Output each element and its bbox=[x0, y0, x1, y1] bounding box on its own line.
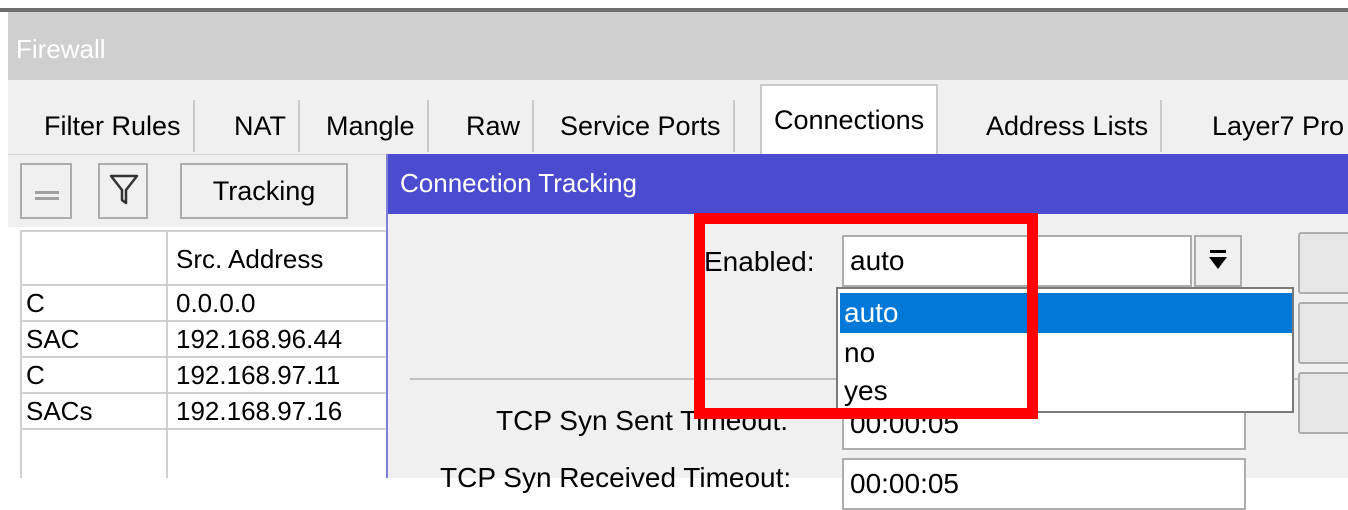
enabled-select[interactable]: auto bbox=[842, 235, 1192, 287]
row-src-address[interactable]: 0.0.0.0 bbox=[172, 286, 402, 320]
grid-line bbox=[20, 230, 400, 232]
tcp-syn-sent-timeout-label: TCP Syn Sent Timeout: bbox=[496, 405, 789, 436]
dialog-titlebar[interactable]: Connection Tracking bbox=[388, 154, 1348, 214]
row-flags[interactable]: C bbox=[22, 358, 166, 392]
tab-mangle[interactable]: Mangle bbox=[314, 100, 429, 152]
grid-line bbox=[166, 230, 168, 478]
option-auto[interactable]: auto bbox=[840, 293, 1292, 333]
row-src-address[interactable]: 192.168.96.44 bbox=[172, 322, 402, 356]
filter-icon bbox=[109, 174, 139, 205]
row-src-address[interactable]: 192.168.97.11 bbox=[172, 358, 402, 392]
apply-button[interactable] bbox=[1298, 372, 1348, 434]
tab-filter-rules[interactable]: Filter Rules bbox=[32, 100, 195, 152]
dropdown-arrow-icon bbox=[1209, 250, 1227, 269]
enabled-dropdown-button[interactable] bbox=[1194, 235, 1242, 287]
top-edge bbox=[0, 0, 1348, 8]
option-no[interactable]: no bbox=[840, 333, 1292, 373]
grid-line bbox=[20, 428, 400, 430]
tab-service-ports[interactable]: Service Ports bbox=[548, 100, 735, 152]
window-titlebar: Firewall bbox=[8, 12, 1348, 80]
tab-nat[interactable]: NAT bbox=[222, 100, 300, 152]
row-flags[interactable]: C bbox=[22, 286, 166, 320]
row-flags[interactable]: SAC bbox=[22, 322, 166, 356]
tab-bar: Filter Rules NAT Mangle Raw Service Port… bbox=[8, 80, 1348, 154]
tab-address-lists[interactable]: Address Lists bbox=[974, 100, 1163, 152]
tracking-button[interactable]: Tracking bbox=[180, 163, 348, 219]
tab-raw[interactable]: Raw bbox=[454, 100, 535, 152]
dialog-title: Connection Tracking bbox=[400, 168, 638, 198]
column-header-flags[interactable] bbox=[22, 242, 166, 276]
ok-button[interactable] bbox=[1298, 232, 1348, 294]
tab-layer7-protocols[interactable]: Layer7 Pro bbox=[1200, 100, 1348, 152]
minus-icon bbox=[35, 191, 59, 200]
cancel-button[interactable] bbox=[1298, 302, 1348, 364]
remove-button[interactable] bbox=[20, 163, 72, 219]
column-header-src-address[interactable]: Src. Address bbox=[172, 242, 402, 276]
window-title: Firewall bbox=[16, 34, 106, 64]
enabled-label: Enabled: bbox=[704, 246, 815, 277]
tcp-syn-received-timeout-label: TCP Syn Received Timeout: bbox=[440, 462, 792, 493]
connections-table: Src. Address C 0.0.0.0 SAC 192.168.96.44… bbox=[20, 230, 400, 478]
row-flags[interactable]: SACs bbox=[22, 394, 166, 428]
enabled-options-list: auto no yes bbox=[836, 287, 1294, 413]
filter-button[interactable] bbox=[98, 163, 148, 219]
tab-connections[interactable]: Connections bbox=[760, 84, 939, 154]
option-yes[interactable]: yes bbox=[840, 371, 1292, 411]
tcp-syn-received-timeout-field[interactable]: 00:00:05 bbox=[842, 458, 1246, 510]
row-src-address[interactable]: 192.168.97.16 bbox=[172, 394, 402, 428]
